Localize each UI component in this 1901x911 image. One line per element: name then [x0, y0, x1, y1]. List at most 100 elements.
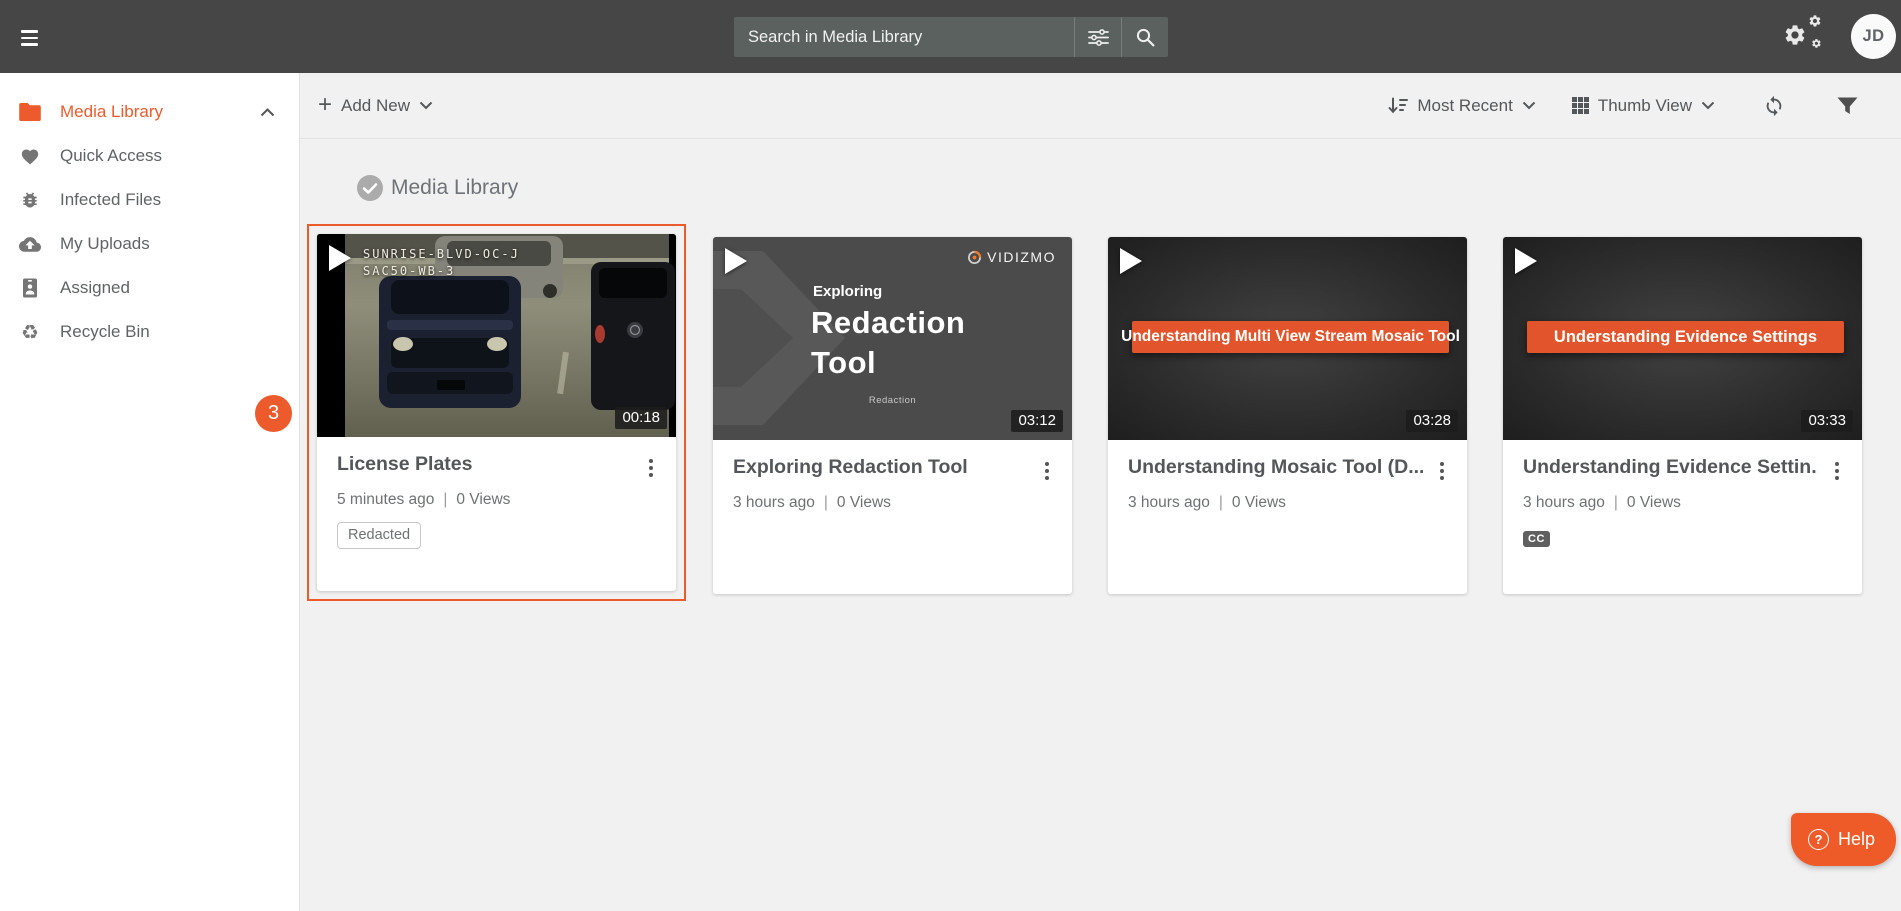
gears-icon settings-button[interactable] — [1782, 13, 1834, 59]
play-icon — [1120, 248, 1142, 274]
kebab-menu-icon[interactable] — [1830, 459, 1844, 483]
search-submit-button[interactable] — [1122, 17, 1168, 57]
sidebar-item-my-uploads[interactable]: My Uploads — [0, 222, 299, 266]
sliders-icon — [1088, 29, 1109, 46]
help-label: Help — [1838, 829, 1875, 850]
meta-separator: | — [1219, 494, 1223, 512]
sort-dropdown[interactable]: Most Recent — [1388, 96, 1535, 116]
media-grid: Media Library — [300, 139, 1901, 911]
question-icon: ? — [1808, 829, 1829, 850]
filter-button[interactable] — [1837, 97, 1858, 115]
play-icon — [1515, 248, 1537, 274]
kebab-menu-icon[interactable] — [1040, 459, 1054, 483]
check-circle-icon[interactable] — [357, 175, 383, 201]
card-meta: 3 hours ago | 0 Views — [1128, 494, 1449, 512]
section-header: Media Library — [357, 175, 518, 201]
refresh-button[interactable] — [1763, 95, 1785, 117]
chevron-down-icon — [1522, 101, 1536, 110]
navy-car-shape — [379, 276, 521, 408]
duration-badge: 03:28 — [1406, 410, 1458, 432]
meta-separator: | — [824, 494, 828, 512]
sort-label: Most Recent — [1417, 96, 1512, 116]
view-label: Thumb View — [1598, 96, 1692, 116]
brand-logo-icon — [967, 250, 982, 265]
card-info: License Plates 5 minutes ago | 0 Views R… — [317, 437, 676, 549]
sidebar-item-assigned[interactable]: Assigned — [0, 266, 299, 310]
media-card-license-plates: SUNRISE-BLVD-OC-J SAC50-WB-3 00:18 Licen… — [317, 234, 676, 591]
promo-title-line1: Redaction — [811, 305, 965, 341]
thumbnail-banner: Understanding Multi View Stream Mosaic T… — [1132, 321, 1449, 353]
sidebar-item-label: Infected Files — [60, 190, 299, 210]
video-title[interactable]: Understanding Evidence Settin... — [1523, 456, 1818, 479]
black-car-shape — [591, 262, 675, 410]
sidebar-item-label: Quick Access — [60, 146, 299, 166]
video-thumbnail[interactable]: Understanding Evidence Settings 03:33 — [1503, 237, 1862, 440]
card-info: Understanding Mosaic Tool (D... 3 hours … — [1108, 440, 1467, 512]
view-count: 0 Views — [1232, 494, 1286, 512]
play-icon — [725, 248, 747, 274]
card-info: Exploring Redaction Tool 3 hours ago | 0… — [713, 440, 1072, 512]
sidebar-item-quick-access[interactable]: Quick Access — [0, 134, 299, 178]
view-dropdown[interactable]: Thumb View — [1572, 96, 1715, 116]
kebab-menu-icon[interactable] — [1435, 459, 1449, 483]
cloud-upload-icon — [0, 236, 60, 252]
duration-badge: 03:33 — [1801, 410, 1853, 432]
time-ago: 5 minutes ago — [337, 491, 434, 509]
video-thumbnail[interactable]: VIDIZMO Exploring Redaction Tool Redacti… — [713, 237, 1072, 440]
user-avatar[interactable]: JD — [1851, 14, 1896, 59]
card-meta: 3 hours ago | 0 Views — [733, 494, 1054, 512]
heart-icon — [0, 147, 60, 165]
play-icon — [329, 245, 351, 271]
sidebar-item-label: Media Library — [60, 102, 260, 122]
duration-badge: 03:12 — [1011, 410, 1063, 432]
video-thumbnail[interactable]: SUNRISE-BLVD-OC-J SAC50-WB-3 00:18 — [317, 234, 676, 437]
media-card-understanding-evidence-settings: Understanding Evidence Settings 03:33 Un… — [1503, 237, 1862, 594]
sidebar-item-infected-files[interactable]: Infected Files — [0, 178, 299, 222]
id-badge-icon — [0, 278, 60, 298]
bug-icon — [0, 190, 60, 210]
time-ago: 3 hours ago — [1128, 494, 1210, 512]
sidebar-item-media-library[interactable]: Media Library — [0, 90, 299, 134]
sidebar-item-label: Recycle Bin — [60, 322, 299, 342]
camera-overlay-text: SAC50-WB-3 — [363, 264, 455, 278]
card-info: Understanding Evidence Settin... 3 hours… — [1503, 440, 1862, 547]
chevron-down-icon — [1701, 101, 1715, 110]
chevron-up-icon[interactable] — [260, 108, 275, 117]
video-title[interactable]: Exploring Redaction Tool — [733, 456, 968, 479]
add-new-label: Add New — [341, 96, 410, 116]
video-thumbnail[interactable]: Understanding Multi View Stream Mosaic T… — [1108, 237, 1467, 440]
selection-count-badge: 3 — [255, 395, 292, 432]
search-bar — [734, 17, 1168, 57]
card-meta: 3 hours ago | 0 Views — [1523, 494, 1844, 512]
meta-separator: | — [443, 491, 447, 509]
search-icon — [1136, 28, 1155, 47]
video-title[interactable]: Understanding Mosaic Tool (D... — [1128, 456, 1423, 479]
search-filter-button[interactable] — [1075, 17, 1121, 57]
menu-icon[interactable] — [21, 30, 47, 46]
section-title: Media Library — [391, 176, 518, 200]
add-new-button[interactable]: + Add New — [318, 73, 433, 138]
closed-captions-badge: CC — [1523, 531, 1550, 547]
video-title[interactable]: License Plates — [337, 453, 473, 476]
sidebar: Media Library Quick Access Infected File… — [0, 73, 300, 911]
recycle-icon: ♻ — [0, 322, 60, 342]
meta-separator: | — [1614, 494, 1618, 512]
time-ago: 3 hours ago — [733, 494, 815, 512]
sidebar-item-recycle-bin[interactable]: ♻ Recycle Bin — [0, 310, 299, 354]
brand-logo: VIDIZMO — [967, 249, 1056, 265]
promo-footnote: Redaction — [713, 395, 1072, 406]
promo-kicker: Exploring — [813, 283, 882, 300]
toolbar: + Add New Most Recent Thum — [300, 73, 1901, 139]
filter-icon — [1837, 97, 1858, 115]
brand-name: VIDIZMO — [987, 249, 1056, 265]
card-meta: 5 minutes ago | 0 Views — [337, 491, 658, 509]
duration-badge: 00:18 — [615, 407, 667, 429]
kebab-menu-icon[interactable] — [644, 456, 658, 480]
refresh-icon — [1763, 95, 1785, 117]
time-ago: 3 hours ago — [1523, 494, 1605, 512]
help-button[interactable]: ? Help — [1791, 813, 1896, 866]
view-count: 0 Views — [837, 494, 891, 512]
media-card-exploring-redaction-tool: VIDIZMO Exploring Redaction Tool Redacti… — [713, 237, 1072, 594]
search-input[interactable] — [734, 17, 1074, 57]
redacted-tag: Redacted — [337, 522, 421, 549]
